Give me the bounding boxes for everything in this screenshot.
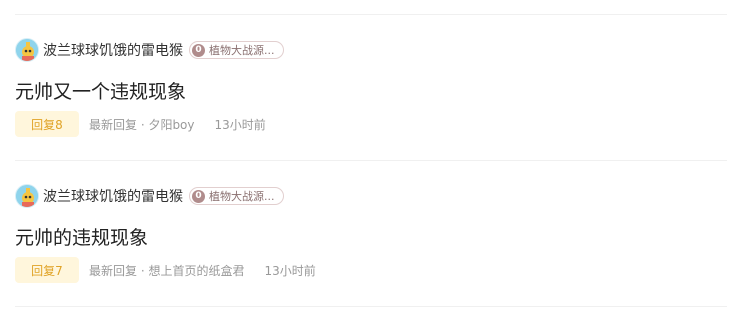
avatar-icon[interactable] <box>15 184 39 208</box>
tag-label: 植物大战源... <box>209 44 275 57</box>
post-feed: 波兰球球饥饿的雷电猴 0 植物大战源... 元帅又一个违规现象 回复8 最新回复… <box>0 0 729 313</box>
post-time: 13小时前 <box>264 263 316 278</box>
level-badge-icon: 0 <box>192 43 205 57</box>
divider <box>15 306 727 307</box>
avatar-icon[interactable] <box>15 38 39 62</box>
reply-count-badge[interactable]: 回复8 <box>15 111 79 137</box>
post-title[interactable]: 元帅的违规现象 <box>15 223 148 250</box>
forum-tag[interactable]: 0 植物大战源... <box>189 187 284 205</box>
divider <box>15 14 727 15</box>
author-name[interactable]: 波兰球球饥饿的雷电猴 <box>43 40 183 60</box>
author-row: 波兰球球饥饿的雷电猴 0 植物大战源... <box>15 37 284 63</box>
level-badge-icon: 0 <box>192 189 205 203</box>
post-item[interactable]: 波兰球球饥饿的雷电猴 0 植物大战源... 元帅又一个违规现象 回复8 最新回复… <box>15 37 727 167</box>
forum-tag[interactable]: 0 植物大战源... <box>189 41 284 59</box>
divider <box>15 160 727 161</box>
latest-reply: 最新回复 · 想上首页的纸盒君 <box>89 263 245 278</box>
tag-label: 植物大战源... <box>209 190 275 203</box>
meta-row: 回复8 最新回复 · 夕阳boy 13小时前 <box>15 111 266 137</box>
author-name[interactable]: 波兰球球饥饿的雷电猴 <box>43 186 183 206</box>
meta-row: 回复7 最新回复 · 想上首页的纸盒君 13小时前 <box>15 257 316 283</box>
latest-reply: 最新回复 · 夕阳boy <box>89 117 195 132</box>
post-item[interactable]: 波兰球球饥饿的雷电猴 0 植物大战源... 元帅的违规现象 回复7 最新回复 ·… <box>15 183 727 313</box>
reply-count-badge[interactable]: 回复7 <box>15 257 79 283</box>
author-row: 波兰球球饥饿的雷电猴 0 植物大战源... <box>15 183 284 209</box>
post-title[interactable]: 元帅又一个违规现象 <box>15 77 186 104</box>
post-time: 13小时前 <box>214 117 266 132</box>
